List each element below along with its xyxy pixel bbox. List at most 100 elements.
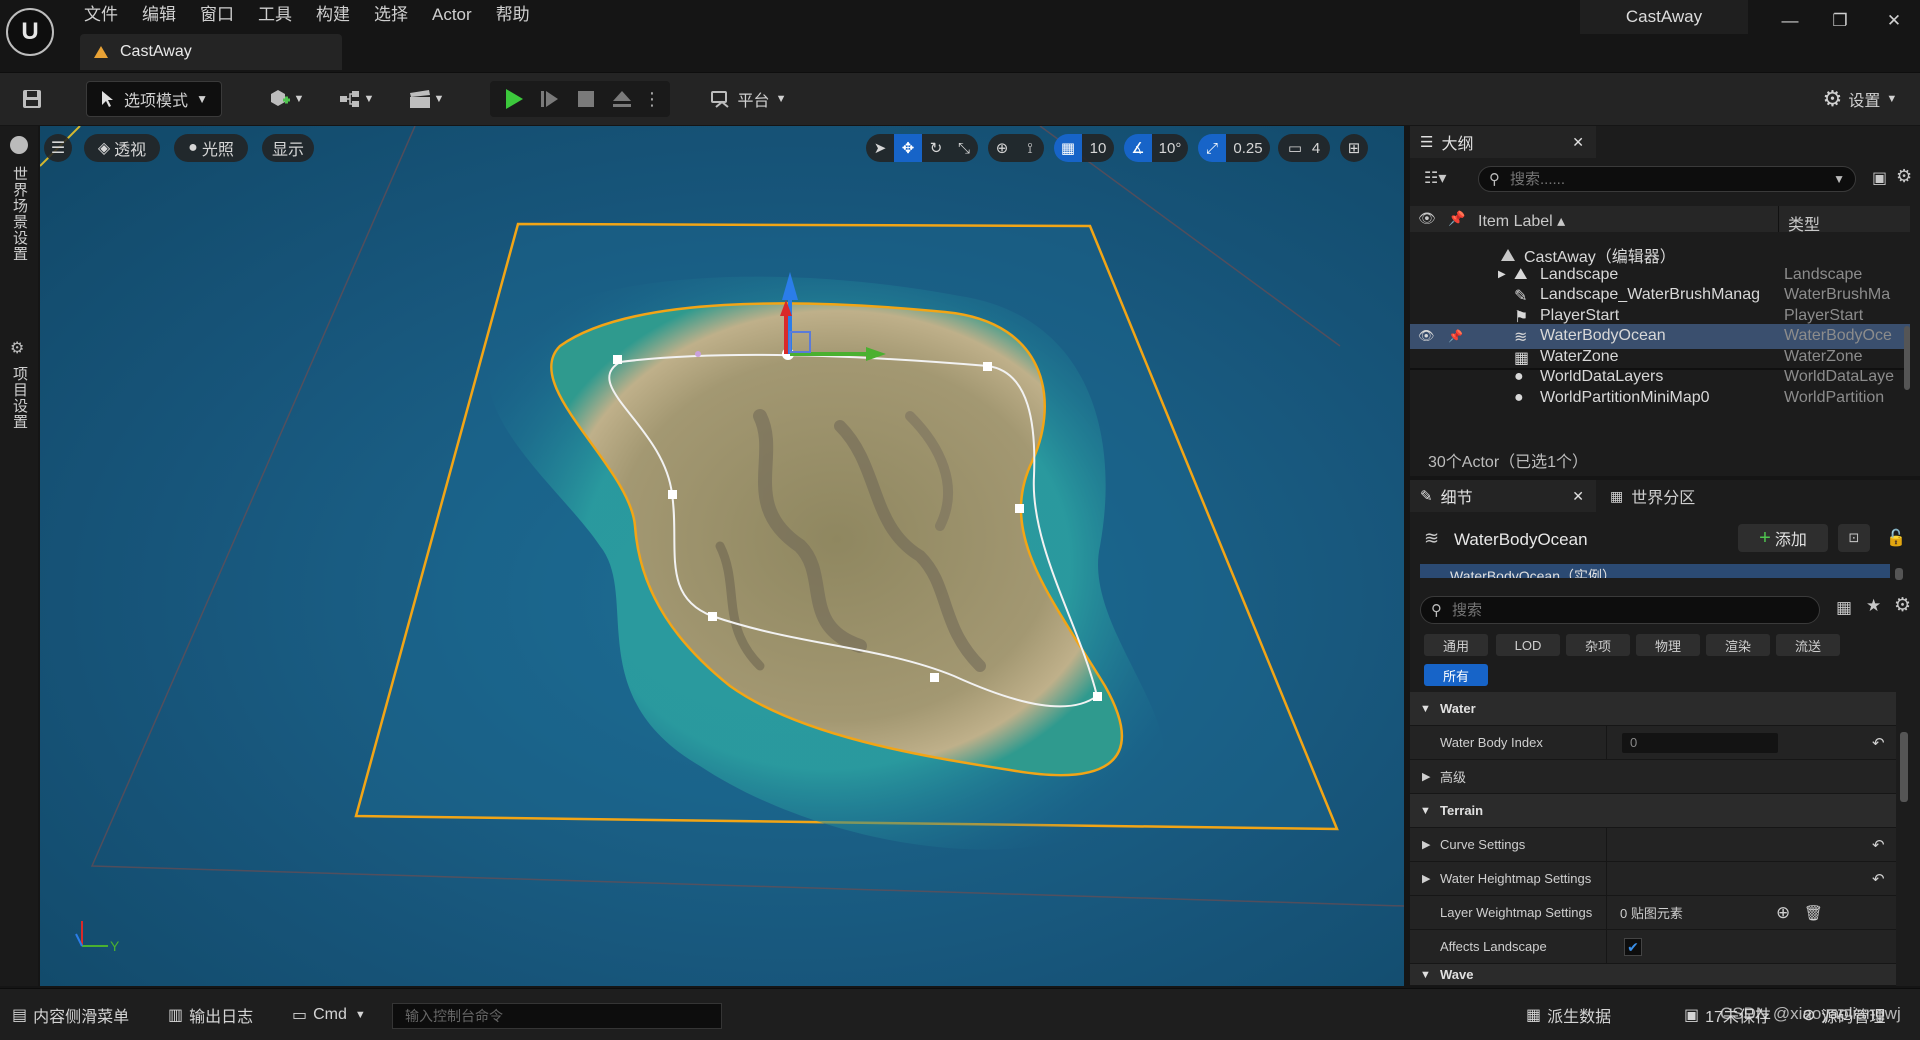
filter-rendering[interactable]: 渲染 xyxy=(1706,634,1770,656)
world-settings-tab[interactable]: 世界场景设置 xyxy=(9,166,30,262)
surface-snap-icon[interactable]: ⟟ xyxy=(1016,134,1044,162)
close-window-button[interactable]: ✕ xyxy=(1866,0,1920,42)
maximize-viewport-icon[interactable]: ⊞ xyxy=(1340,134,1368,162)
derived-data-button[interactable]: ▦ 派生数据 xyxy=(1526,1001,1611,1029)
scale-snap-icon[interactable]: ⤢ xyxy=(1198,134,1226,162)
menu-window[interactable]: 窗口 xyxy=(188,0,246,30)
gear-icon[interactable]: ⚙ xyxy=(1896,166,1912,187)
filter-physics[interactable]: 物理 xyxy=(1636,634,1700,656)
reset-icon[interactable]: ↶ xyxy=(1872,734,1885,752)
gear-icon[interactable]: ⚙ xyxy=(1894,594,1911,617)
menu-tools[interactable]: 工具 xyxy=(246,0,304,30)
stop-button[interactable] xyxy=(568,90,604,108)
add-folder-icon[interactable]: ▣ xyxy=(1872,168,1887,188)
component-tree-row[interactable]: WaterBodyOcean（实例） xyxy=(1420,564,1890,578)
menu-actor[interactable]: Actor xyxy=(420,0,484,30)
rotation-snap-value[interactable]: 10° xyxy=(1152,134,1188,162)
level-document-tab[interactable]: CastAway xyxy=(80,34,342,70)
section-wave[interactable]: ▼ Wave xyxy=(1410,964,1896,986)
filter-streaming[interactable]: 流送 xyxy=(1776,634,1840,656)
save-button[interactable] xyxy=(14,81,50,117)
trash-icon[interactable]: 🗑 xyxy=(1804,904,1823,922)
details-search-input[interactable]: ⚲ xyxy=(1420,596,1820,624)
section-water[interactable]: ▼ Water xyxy=(1410,692,1896,726)
blueprint-button[interactable]: ▼ xyxy=(332,81,380,117)
prop-advanced[interactable]: ▶ 高级 xyxy=(1410,760,1896,794)
select-tool-icon[interactable]: ➤ xyxy=(866,134,894,162)
item-label-column[interactable]: Item Label ▴ xyxy=(1478,211,1565,231)
reset-icon[interactable]: ↶ xyxy=(1872,836,1885,854)
cmd-dropdown[interactable]: ▭ Cmd ▼ xyxy=(292,1001,366,1029)
project-settings-tab[interactable]: 项目设置 xyxy=(9,366,30,430)
prop-water-heightmap[interactable]: ▶ Water Heightmap Settings ↶ xyxy=(1410,862,1896,896)
rotate-tool-icon[interactable]: ↻ xyxy=(922,134,950,162)
filter-lod[interactable]: LOD xyxy=(1496,634,1560,656)
chevron-right-icon[interactable]: ▶ xyxy=(1498,269,1506,280)
table-view-icon[interactable]: ▦ xyxy=(1836,598,1852,618)
move-tool-icon[interactable]: ✥ xyxy=(894,134,922,162)
close-icon[interactable]: ✕ xyxy=(1572,488,1584,505)
type-column[interactable]: 类型 xyxy=(1788,211,1820,235)
rotation-snap-icon[interactable]: ∡ xyxy=(1124,134,1152,162)
scale-snap-value[interactable]: 0.25 xyxy=(1226,134,1270,162)
lock-icon[interactable]: 🔓 xyxy=(1886,528,1906,548)
menu-help[interactable]: 帮助 xyxy=(484,0,542,30)
star-icon[interactable]: ★ xyxy=(1866,596,1881,616)
filter-misc[interactable]: 杂项 xyxy=(1566,634,1630,656)
water-body-index-field[interactable]: 0 xyxy=(1622,733,1778,753)
menu-edit[interactable]: 编辑 xyxy=(130,0,188,30)
console-command-input[interactable]: 输入控制台命令 xyxy=(392,1003,722,1029)
grid-snap-value[interactable]: 10 xyxy=(1082,134,1114,162)
show-button[interactable]: 显示 xyxy=(262,134,314,162)
pin-icon[interactable]: 📌 xyxy=(1448,329,1463,343)
details-tab[interactable]: ✎ 细节 ✕ xyxy=(1410,480,1596,512)
unreal-logo-icon[interactable]: U xyxy=(6,8,54,56)
content-drawer-button[interactable]: ▤ 内容侧滑菜单 xyxy=(12,1001,129,1029)
close-icon[interactable]: ✕ xyxy=(1572,134,1584,151)
platform-dropdown[interactable]: 平台 ▼ xyxy=(704,81,792,117)
perspective-button[interactable]: ◈ 透视 xyxy=(84,134,160,162)
section-terrain[interactable]: ▼ Terrain xyxy=(1410,794,1896,828)
scale-tool-icon[interactable]: ⤡ xyxy=(950,134,978,162)
advance-frame-button[interactable] xyxy=(532,89,568,109)
filter-general[interactable]: 通用 xyxy=(1424,634,1488,656)
outliner-row[interactable]: ● WorldPartitionMiniMap0 WorldPartition xyxy=(1410,385,1910,410)
prop-curve-settings[interactable]: ▶ Curve Settings ↶ xyxy=(1410,828,1896,862)
blueprint-convert-button[interactable]: ⊡ xyxy=(1838,524,1870,552)
filter-icon[interactable]: ☷▾ xyxy=(1424,168,1446,188)
lighting-button[interactable]: ● 光照 xyxy=(174,134,248,162)
minimize-button[interactable]: — xyxy=(1762,0,1818,42)
play-options-icon[interactable]: ⋮ xyxy=(640,89,664,110)
world-space-icon[interactable]: ⊕ xyxy=(988,134,1016,162)
add-component-button[interactable]: + 添加 xyxy=(1738,524,1828,552)
outliner-scrollbar[interactable] xyxy=(1904,326,1910,390)
camera-speed-button[interactable]: ▭ 4 xyxy=(1278,134,1330,162)
prop-layer-weightmap[interactable]: Layer Weightmap Settings 0 贴图元素 ⊕ 🗑 xyxy=(1410,896,1896,930)
add-actor-button[interactable]: ▼ xyxy=(262,81,310,117)
filter-all[interactable]: 所有 xyxy=(1424,664,1488,686)
eye-icon[interactable]: 👁 xyxy=(1418,328,1435,344)
play-button[interactable] xyxy=(496,88,532,110)
outliner-tab[interactable]: ☰ 大纲 ✕ xyxy=(1410,126,1596,158)
output-log-button[interactable]: ▥ 输出日志 xyxy=(168,1001,253,1029)
spline-tangent-point[interactable] xyxy=(695,351,701,357)
affects-landscape-checkbox[interactable]: ✔ xyxy=(1624,938,1642,956)
menu-file[interactable]: 文件 xyxy=(72,0,130,30)
outliner-search-input[interactable]: ⚲ ▼ xyxy=(1478,166,1856,192)
cinematics-button[interactable]: ▼ xyxy=(400,81,452,117)
settings-dropdown[interactable]: ⚙ 设置 ▼ xyxy=(1808,81,1912,117)
grid-snap-icon[interactable]: ▦ xyxy=(1054,134,1082,162)
details-search-field[interactable] xyxy=(1450,600,1773,620)
reset-icon[interactable]: ↶ xyxy=(1872,870,1885,888)
selection-mode-dropdown[interactable]: 选项模式 ▼ xyxy=(86,81,222,117)
menu-select[interactable]: 选择 xyxy=(362,0,420,30)
level-viewport[interactable]: Y ☰ ◈ 透视 ● 光照 显示 ➤ ✥ ↻ ⤡ ⊕ ⟟ ▦ 10 ∡ 10° ⤢ … xyxy=(40,126,1404,986)
details-scrollbar[interactable] xyxy=(1900,732,1908,802)
restore-button[interactable]: ❐ xyxy=(1812,0,1868,42)
outliner-search-field[interactable] xyxy=(1508,169,1813,189)
world-partition-tab[interactable]: ▦ 世界分区 xyxy=(1600,480,1750,512)
add-element-icon[interactable]: ⊕ xyxy=(1776,903,1790,923)
viewport-menu-button[interactable]: ☰ xyxy=(44,134,72,162)
component-scrollbar[interactable] xyxy=(1895,568,1903,580)
menu-build[interactable]: 构建 xyxy=(304,0,362,30)
